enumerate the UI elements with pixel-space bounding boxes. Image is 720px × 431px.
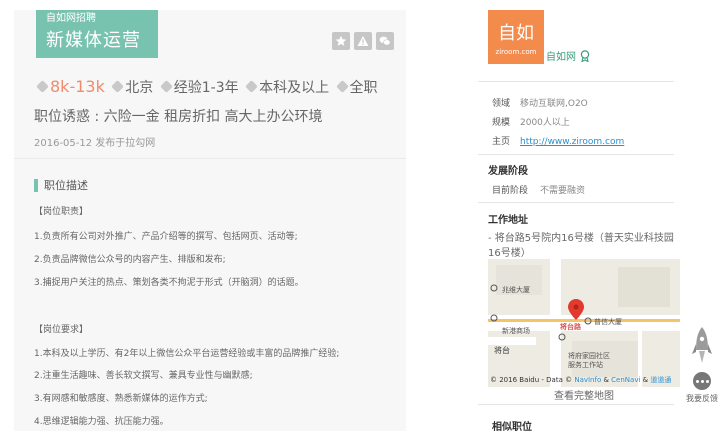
- company-field: 领域 移动互联网,O2O: [492, 96, 588, 109]
- description-title-text: 职位描述: [44, 179, 88, 192]
- tag-icon: [111, 80, 125, 93]
- company-scale: 规模 2000人以上: [492, 115, 570, 128]
- address-title: 工作地址: [488, 215, 528, 226]
- description-line: 1.本科及以上学历、有2年以上微信公众平台运营经验或丰富的品牌推广经验;: [34, 349, 340, 359]
- divider: [478, 154, 674, 155]
- job-actions: [332, 32, 394, 50]
- field-label: 领域: [492, 99, 511, 109]
- map-label-east: 普信大厦: [594, 317, 622, 326]
- publish-time: 2016-05-12 发布于拉勾网: [34, 138, 156, 149]
- warning-icon: [357, 36, 369, 46]
- description-line: 2.负责品牌微信公众号的内容产生、排版和发布;: [34, 255, 226, 265]
- description-line: 3.有网感和敏感度、熟悉新媒体的运作方式;: [34, 394, 208, 404]
- map-label-community: 将府家园社区: [568, 351, 610, 360]
- field-value: 移动互联网,O2O: [520, 99, 588, 109]
- job-requirements: 8k-13k 北京 经验1-3年 本科及以上 全职: [34, 78, 378, 97]
- rocket-icon: [692, 327, 712, 363]
- divider: [478, 404, 674, 405]
- company-sidebar: 自如 ziroom.com 自如网 领域 移动互联网,O2O 规模 2000人以上 …: [478, 0, 680, 431]
- salary: 8k-13k: [50, 77, 105, 96]
- job-city: 北京: [125, 80, 154, 96]
- description-line: 2.注重生活趣味、善长软文撰写、兼具专业性与幽默感;: [34, 371, 253, 381]
- location-map[interactable]: 兆维大厦 新港商场 将台路 普信大厦 将台 将府家园社区 服务工作站 © 201…: [488, 259, 680, 387]
- company-name: 自如网: [546, 52, 576, 63]
- job-education: 本科及以上: [259, 80, 330, 96]
- scale-label: 规模: [492, 118, 511, 128]
- verified-icon: [580, 49, 590, 62]
- job-allure: 职位诱惑 : 六险一金 租房折扣 高大上办公环境: [34, 109, 323, 125]
- map-label-village: 将台: [494, 345, 510, 355]
- job-title-badge: 自如网招聘 新媒体运营: [36, 10, 158, 58]
- tag-icon: [245, 80, 258, 93]
- job-main-panel: 自如网招聘 新媒体运营 8k-13k 北京 经验1-3年 本科及以上 全职 职位…: [14, 10, 406, 431]
- back-to-top-button[interactable]: [692, 326, 712, 370]
- map-label-office: 服务工作站: [568, 360, 603, 369]
- map-label-road: 将台路: [560, 322, 582, 331]
- job-type: 全职: [349, 80, 378, 96]
- company-home: 主页 http://www.ziroom.com: [492, 134, 624, 147]
- home-link[interactable]: http://www.ziroom.com: [520, 137, 624, 147]
- tag-icon: [335, 80, 349, 93]
- description-line: 3.捕捉用户关注的热点、策划各类不拘泥于形式（开脑洞）的话题。: [34, 278, 304, 288]
- company-logo[interactable]: 自如 ziroom.com: [488, 10, 544, 64]
- divider: [478, 81, 674, 82]
- map-label-north: 兆维大厦: [502, 285, 530, 294]
- section-marker: [34, 178, 38, 192]
- company-stage: 目前阶段 不需要融资: [492, 183, 585, 196]
- tag-icon: [36, 80, 49, 93]
- logo-domain: ziroom.com: [495, 48, 537, 56]
- wechat-icon: [379, 36, 391, 46]
- stage-label: 目前阶段: [492, 186, 529, 196]
- company-recruit-label[interactable]: 自如网招聘: [46, 12, 148, 26]
- feedback-label: 我要反馈: [686, 394, 718, 403]
- description-line: 【岗位职责】: [34, 207, 89, 217]
- map-label-west: 新港商场: [502, 326, 530, 335]
- share-wechat-button[interactable]: [376, 32, 394, 50]
- map-copyright: © 2016 Baidu - Data © NavInfo & CenNavi …: [490, 375, 671, 384]
- description-line: 1.负责所有公司对外推广、产品介绍等的撰写、包括网页、活动等;: [34, 232, 298, 242]
- chat-icon: [693, 372, 711, 390]
- view-full-map-link[interactable]: 查看完整地图: [478, 387, 690, 402]
- divider: [14, 158, 406, 159]
- stage-value: 不需要融资: [540, 186, 586, 196]
- star-icon: [335, 35, 347, 46]
- logo-text: 自如: [498, 23, 534, 44]
- tag-icon: [159, 80, 173, 93]
- job-experience: 经验1-3年: [173, 80, 239, 96]
- job-title: 新媒体运营: [46, 30, 141, 51]
- feedback-button[interactable]: 我要反馈: [684, 372, 720, 404]
- report-button[interactable]: [354, 32, 372, 50]
- description-title: 职位描述: [34, 177, 88, 193]
- work-address: - 将台路5号院内16号楼（普天实业科技园16号楼）: [488, 233, 674, 259]
- similar-jobs-title: 相似职位: [492, 422, 532, 431]
- description-line: 【岗位要求】: [34, 325, 89, 335]
- divider: [478, 202, 674, 203]
- favorite-button[interactable]: [332, 32, 350, 50]
- home-label: 主页: [492, 137, 511, 147]
- stage-title: 发展阶段: [488, 166, 528, 177]
- company-name-link[interactable]: 自如网: [546, 48, 590, 63]
- description-line: 4.思维逻辑能力强、抗压能力强。: [34, 417, 169, 427]
- map-canvas: 兆维大厦 新港商场 将台路 普信大厦 将台 将府家园社区 服务工作站 © 201…: [488, 259, 680, 387]
- job-detail-page: 自如网招聘 新媒体运营 8k-13k 北京 经验1-3年 本科及以上 全职 职位…: [0, 0, 720, 431]
- scale-value: 2000人以上: [520, 118, 570, 128]
